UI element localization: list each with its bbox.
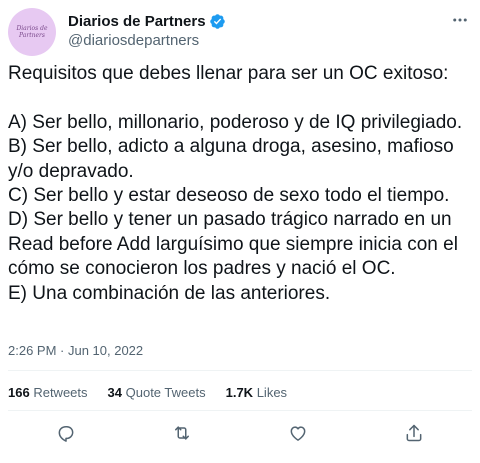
tweet-line-c: C) Ser bello y estar deseoso de sexo tod… (8, 185, 450, 207)
share-icon (406, 424, 422, 442)
reply-icon (58, 426, 74, 442)
author-names: Diarios de Partners @diariosdepartners (68, 11, 226, 49)
tweet-line-e: E) Una combinación de las anteriores. (8, 282, 331, 304)
quotes-label: Quote Tweets (125, 385, 206, 400)
likes-count: 1.7K (225, 385, 254, 400)
like-button[interactable] (287, 422, 309, 444)
tweet-line-d: D) Ser bello y tener un pasado trágico n… (8, 209, 458, 280)
likes-stat[interactable]: 1.7K Likes (226, 385, 287, 400)
retweets-stat[interactable]: 166 Retweets (8, 385, 88, 400)
tweet: Diarios de Partners Diarios de Partners … (0, 0, 480, 463)
divider (8, 370, 472, 371)
tweet-text: Requisitos que debes llenar para ser un … (8, 62, 474, 306)
divider (8, 410, 472, 411)
action-bar (8, 422, 472, 444)
retweet-icon (175, 426, 189, 440)
like-icon (290, 426, 306, 441)
display-name[interactable]: Diarios de Partners (68, 13, 206, 30)
retweet-button[interactable] (171, 422, 193, 444)
retweets-label: Retweets (33, 385, 88, 400)
tweet-line-a: A) Ser bello, millonario, poderoso y de … (8, 111, 463, 133)
reply-button[interactable] (55, 422, 77, 444)
avatar-logo-text: Diarios de Partners (16, 25, 48, 39)
quotes-stat[interactable]: 34 Quote Tweets (108, 385, 206, 400)
more-icon (453, 18, 467, 22)
retweets-count: 166 (8, 385, 30, 400)
tweet-header: Diarios de Partners Diarios de Partners … (8, 8, 472, 56)
timestamp[interactable]: 2:26 PM · Jun 10, 2022 (8, 343, 143, 358)
tweet-line-blank (8, 86, 474, 110)
share-button[interactable] (403, 422, 425, 444)
display-name-row: Diarios de Partners (68, 11, 226, 31)
handle[interactable]: @diariosdepartners (68, 32, 226, 49)
more-options-button[interactable] (448, 10, 472, 30)
verified-badge-icon (209, 13, 225, 29)
tweet-line-intro: Requisitos que debes llenar para ser un … (8, 63, 449, 84)
quotes-count: 34 (107, 385, 122, 400)
tweet-line-b: B) Ser bello, adicto a alguna droga, ase… (8, 136, 454, 182)
avatar[interactable]: Diarios de Partners (8, 8, 56, 56)
engagement-stats: 166 Retweets 34 Quote Tweets 1.7K Likes (8, 385, 307, 400)
likes-label: Likes (256, 385, 288, 400)
